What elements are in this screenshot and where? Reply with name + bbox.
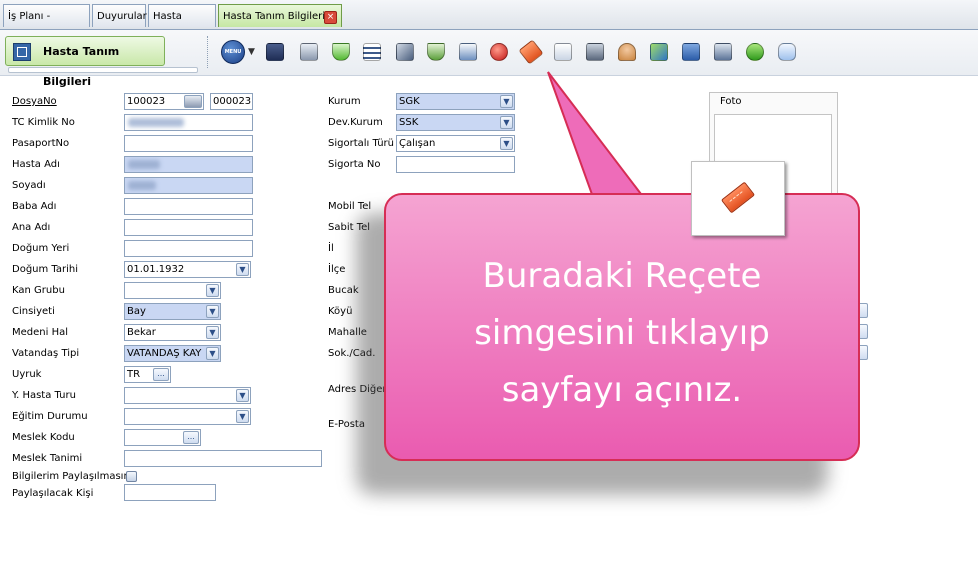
callout-line-3: sayfayı açınız. xyxy=(501,370,743,410)
prescription-icon xyxy=(720,181,756,214)
callout-line-1: Buradaki Reçete xyxy=(482,256,762,296)
callout-line-2: simgesini tıklayıp xyxy=(474,313,770,353)
zoomed-prescription-icon xyxy=(691,161,785,236)
callout-text: Buradaki Reçete simgesini tıklayıp sayfa… xyxy=(384,248,860,419)
